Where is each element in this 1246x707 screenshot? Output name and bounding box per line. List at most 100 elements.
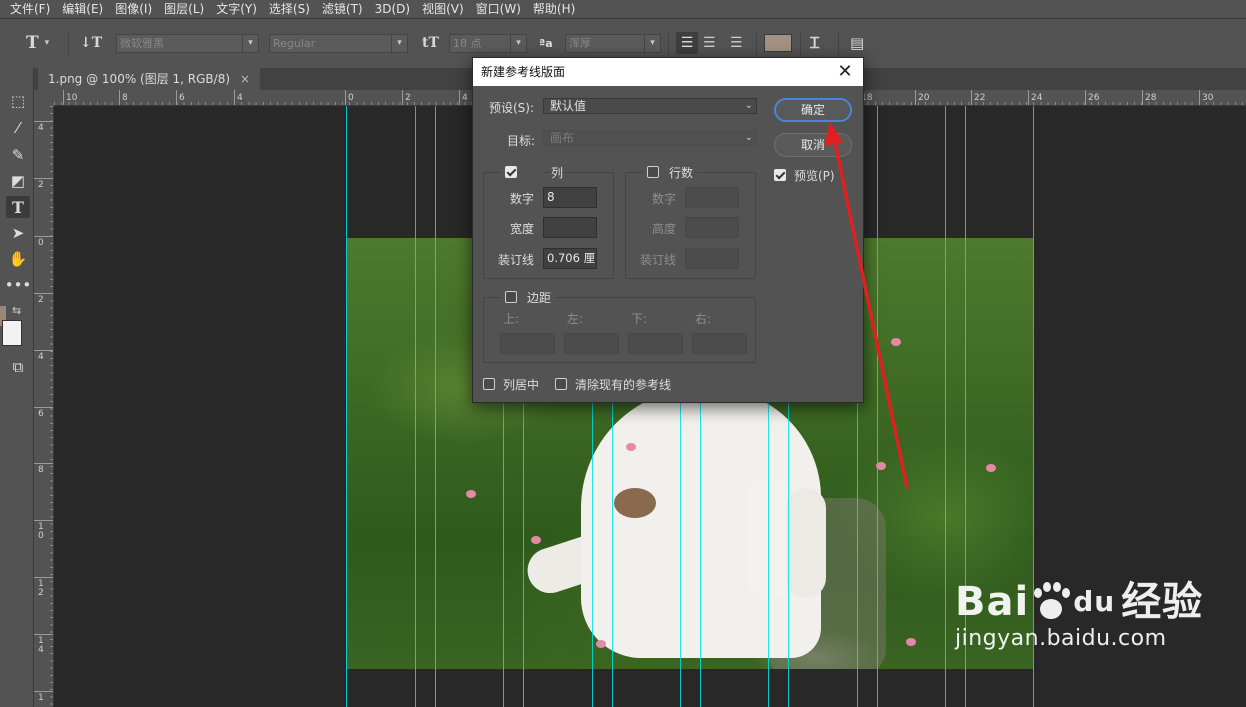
ruler-corner[interactable]: [34, 90, 54, 106]
ruler-tick: [971, 90, 972, 105]
ruler-tick: [34, 178, 53, 179]
font-size-select[interactable]: 18 点 ▾: [449, 34, 527, 53]
rows-height-input[interactable]: [685, 217, 739, 238]
clear-guides-label: 清除现有的参考线: [575, 378, 672, 392]
watermark-text: du: [1073, 585, 1116, 618]
ruler-tick: [915, 90, 916, 105]
menu-window[interactable]: 窗口(W): [470, 0, 527, 18]
menu-layer[interactable]: 图层(L): [158, 0, 210, 18]
close-icon[interactable]: ✕: [835, 62, 855, 82]
target-select[interactable]: 画布 ⌄: [543, 130, 757, 146]
menu-select[interactable]: 选择(S): [263, 0, 316, 18]
guide-line[interactable]: [415, 106, 416, 707]
menu-image[interactable]: 图像(I): [109, 0, 158, 18]
align-right-button[interactable]: ☰: [730, 33, 743, 53]
menu-view[interactable]: 视图(V): [416, 0, 470, 18]
ruler-label: 1 2: [38, 579, 44, 598]
swap-colors-icon[interactable]: ⇆: [12, 304, 21, 317]
document-tab-title: 1.png @ 100% (图层 1, RGB/8): [48, 72, 231, 86]
screen-mode-button[interactable]: ⧉: [6, 356, 30, 378]
tool-preset-picker[interactable]: T ▾: [26, 33, 49, 53]
brush-tool[interactable]: ✎: [6, 144, 30, 166]
baidu-watermark: Bai du 经验 jingyan.baidu.com: [955, 580, 1203, 652]
ruler-label: 6: [38, 409, 44, 419]
separator: [838, 31, 839, 55]
rows-number-input[interactable]: [685, 187, 739, 208]
warp-text-icon: Ꮖ: [810, 34, 820, 52]
preset-select[interactable]: 默认值 ⌄: [543, 98, 757, 114]
columns-header: 列: [501, 164, 563, 180]
margin-left-input[interactable]: [564, 333, 619, 354]
margin-checkbox[interactable]: [505, 291, 517, 303]
ruler-label: 6: [179, 93, 185, 103]
font-family-select[interactable]: 微软雅黑 ▾: [116, 34, 259, 53]
warp-text-button[interactable]: Ꮖ: [810, 33, 820, 53]
ruler-tick: [176, 90, 177, 105]
ruler-tick: [34, 236, 53, 237]
rows-header: 行数: [643, 164, 698, 180]
hand-tool[interactable]: ✋: [6, 248, 30, 270]
marquee-icon: ⬚: [10, 92, 26, 110]
ruler-tick: [34, 634, 53, 635]
ruler-tick: [34, 691, 53, 692]
document-tab[interactable]: 1.png @ 100% (图层 1, RGB/8) ×: [38, 68, 261, 90]
eraser-tool[interactable]: ◩: [6, 170, 30, 192]
antialias-icon: ªa: [539, 36, 553, 50]
text-color-swatch[interactable]: [764, 34, 792, 52]
cancel-button[interactable]: 取消: [774, 133, 852, 157]
columns-width-input[interactable]: [543, 217, 597, 238]
watermark-text: 经验: [1121, 579, 1204, 625]
font-style-select[interactable]: Regular ▾: [269, 34, 408, 53]
guide-line[interactable]: [945, 106, 946, 707]
margin-right-input[interactable]: [692, 333, 747, 354]
margin-bottom-input[interactable]: [628, 333, 683, 354]
antialias-select[interactable]: 浑厚 ▾: [565, 34, 661, 53]
ruler-tick: [63, 90, 64, 105]
columns-gutter-input[interactable]: 0.706 厘: [543, 248, 597, 269]
center-columns-checkbox[interactable]: [483, 378, 495, 390]
menu-edit[interactable]: 编辑(E): [56, 0, 109, 18]
menu-type[interactable]: 文字(Y): [210, 0, 263, 18]
more-tools-button[interactable]: •••: [4, 274, 32, 296]
watermark-text: Bai: [955, 579, 1030, 625]
clear-guides-checkbox[interactable]: [555, 378, 567, 390]
vertical-ruler[interactable]: 4 2 0 2 4 6 8 1 0 1 2 1 4 1: [34, 106, 54, 707]
guide-line[interactable]: [346, 106, 347, 707]
guide-line[interactable]: [435, 106, 436, 707]
menu-filter[interactable]: 滤镜(T): [316, 0, 369, 18]
marquee-tool[interactable]: ⬚: [6, 90, 30, 112]
text-orientation-toggle[interactable]: ↓T: [80, 33, 102, 53]
close-icon[interactable]: ×: [240, 72, 250, 86]
ok-button[interactable]: 确定: [774, 98, 852, 122]
chevron-down-icon: ▾: [242, 35, 258, 52]
menu-file[interactable]: 文件(F): [4, 0, 56, 18]
rows-checkbox[interactable]: [647, 166, 659, 178]
margin-right-label: 右:: [695, 312, 712, 326]
center-columns-label: 列居中: [503, 378, 540, 392]
preview-checkbox[interactable]: [774, 169, 786, 181]
columns-number-label: 数字: [510, 192, 535, 206]
path-selection-tool[interactable]: ➤: [6, 222, 30, 244]
dialog-titlebar[interactable]: 新建参考线版面: [473, 58, 863, 86]
columns-number-input[interactable]: 8: [543, 187, 597, 208]
ruler-label: 4: [38, 352, 44, 362]
align-left-button[interactable]: ☰: [676, 32, 698, 54]
columns-gutter-label: 装订线: [498, 253, 535, 267]
guide-line[interactable]: [877, 106, 878, 707]
rows-gutter-label: 装订线: [640, 253, 677, 267]
align-center-button[interactable]: ☰: [703, 33, 716, 53]
menu-help[interactable]: 帮助(H): [527, 0, 581, 18]
margin-top-input[interactable]: [500, 333, 555, 354]
columns-checkbox[interactable]: [505, 166, 517, 178]
character-panel-button[interactable]: ▤: [850, 33, 864, 53]
type-tool[interactable]: T: [6, 196, 30, 218]
menu-3d[interactable]: 3D(D): [369, 0, 416, 18]
background-color-swatch[interactable]: [2, 320, 22, 346]
ellipsis-icon: •••: [4, 276, 32, 294]
ruler-label: 0: [348, 93, 354, 103]
magic-wand-tool[interactable]: ⁄: [6, 117, 30, 139]
watermark-url: jingyan.baidu.com: [955, 626, 1167, 651]
vertical-type-icon: ↓T: [80, 35, 103, 51]
margin-left-label: 左:: [567, 312, 584, 326]
rows-gutter-input[interactable]: [685, 248, 739, 269]
